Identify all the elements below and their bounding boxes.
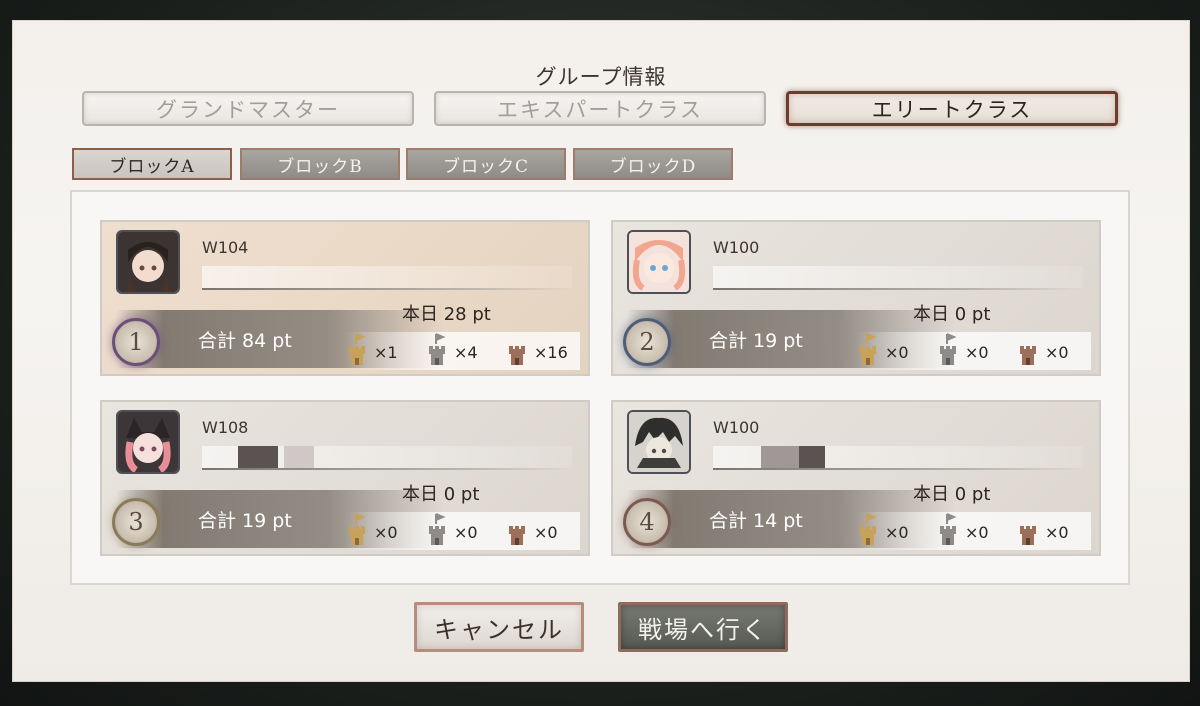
total-points: 合計 84 pt bbox=[198, 330, 292, 352]
gold-tower-icon bbox=[349, 513, 366, 545]
today-points: 本日 0 pt bbox=[913, 304, 991, 325]
bronze-tower-icon bbox=[1020, 346, 1036, 365]
gold-tower-count: ×0 bbox=[374, 523, 398, 542]
bronze-tower-icon bbox=[509, 526, 525, 545]
guild-label: W104 bbox=[202, 238, 249, 257]
player-avatar bbox=[116, 410, 180, 474]
player-avatar bbox=[627, 410, 691, 474]
cancel-button[interactable]: キャンセル bbox=[414, 602, 584, 652]
player-name-redacted bbox=[202, 266, 572, 290]
bronze-tower-icon bbox=[509, 346, 525, 365]
gold-tower-icon bbox=[349, 333, 366, 365]
go-to-battlefield-button[interactable]: 戦場へ行く bbox=[618, 602, 788, 652]
today-points: 本日 28 pt bbox=[402, 304, 491, 325]
gold-tower-count: ×0 bbox=[885, 523, 909, 542]
today-points: 本日 0 pt bbox=[402, 484, 480, 505]
silver-tower-count: ×4 bbox=[454, 343, 478, 362]
player-name-redacted bbox=[202, 446, 572, 470]
gold-tower-icon bbox=[860, 513, 877, 545]
player-avatar bbox=[116, 230, 180, 294]
tab-block-a[interactable]: ブロックA bbox=[72, 148, 232, 180]
silver-tower-icon bbox=[940, 333, 957, 365]
player-card-2[interactable]: W100 本日 0 pt 2 合計 19 pt ×0 ×0 ×0 bbox=[611, 220, 1101, 376]
silver-tower-icon bbox=[940, 513, 957, 545]
guild-label: W100 bbox=[713, 238, 760, 257]
player-card-1[interactable]: W104 本日 28 pt 1 合計 84 pt ×1 ×4 ×16 bbox=[100, 220, 590, 376]
dialog-title: グループ情報 bbox=[535, 65, 667, 89]
tab-block-d[interactable]: ブロックD bbox=[573, 148, 733, 180]
rank-badge: 4 bbox=[623, 498, 671, 546]
today-points: 本日 0 pt bbox=[913, 484, 991, 505]
tab-block-c[interactable]: ブロックC bbox=[406, 148, 566, 180]
silver-tower-count: ×0 bbox=[454, 523, 478, 542]
tower-counts: ×1 ×4 ×16 bbox=[344, 332, 580, 370]
silver-tower-icon bbox=[429, 513, 446, 545]
bronze-tower-count: ×0 bbox=[1045, 523, 1069, 542]
guild-label: W100 bbox=[713, 418, 760, 437]
total-points: 合計 14 pt bbox=[709, 510, 803, 532]
silver-tower-icon bbox=[429, 333, 446, 365]
tower-counts: ×0 ×0 ×0 bbox=[855, 332, 1091, 370]
player-card-3[interactable]: W108 本日 0 pt 3 合計 19 pt ×0 ×0 ×0 bbox=[100, 400, 590, 556]
tab-grand-master[interactable]: グランドマスター bbox=[82, 91, 414, 126]
gold-tower-count: ×1 bbox=[374, 343, 398, 362]
rank-badge: 3 bbox=[112, 498, 160, 546]
bronze-tower-icon bbox=[1020, 526, 1036, 545]
player-avatar bbox=[627, 230, 691, 294]
bronze-tower-count: ×0 bbox=[534, 523, 558, 542]
total-points: 合計 19 pt bbox=[709, 330, 803, 352]
tab-expert-class[interactable]: エキスパートクラス bbox=[434, 91, 766, 126]
player-name-redacted bbox=[713, 266, 1083, 290]
rank-badge: 1 bbox=[112, 318, 160, 366]
tower-counts: ×0 ×0 ×0 bbox=[344, 512, 580, 550]
tab-elite-class[interactable]: エリートクラス bbox=[786, 91, 1118, 126]
total-points: 合計 19 pt bbox=[198, 510, 292, 532]
gold-tower-count: ×0 bbox=[885, 343, 909, 362]
gold-tower-icon bbox=[860, 333, 877, 365]
bronze-tower-count: ×0 bbox=[1045, 343, 1069, 362]
bronze-tower-count: ×16 bbox=[534, 343, 568, 362]
guild-label: W108 bbox=[202, 418, 249, 437]
player-card-4[interactable]: W100 本日 0 pt 4 合計 14 pt ×0 ×0 ×0 bbox=[611, 400, 1101, 556]
player-name-redacted bbox=[713, 446, 1083, 470]
silver-tower-count: ×0 bbox=[965, 523, 989, 542]
tab-block-b[interactable]: ブロックB bbox=[240, 148, 400, 180]
silver-tower-count: ×0 bbox=[965, 343, 989, 362]
tower-counts: ×0 ×0 ×0 bbox=[855, 512, 1091, 550]
rank-badge: 2 bbox=[623, 318, 671, 366]
